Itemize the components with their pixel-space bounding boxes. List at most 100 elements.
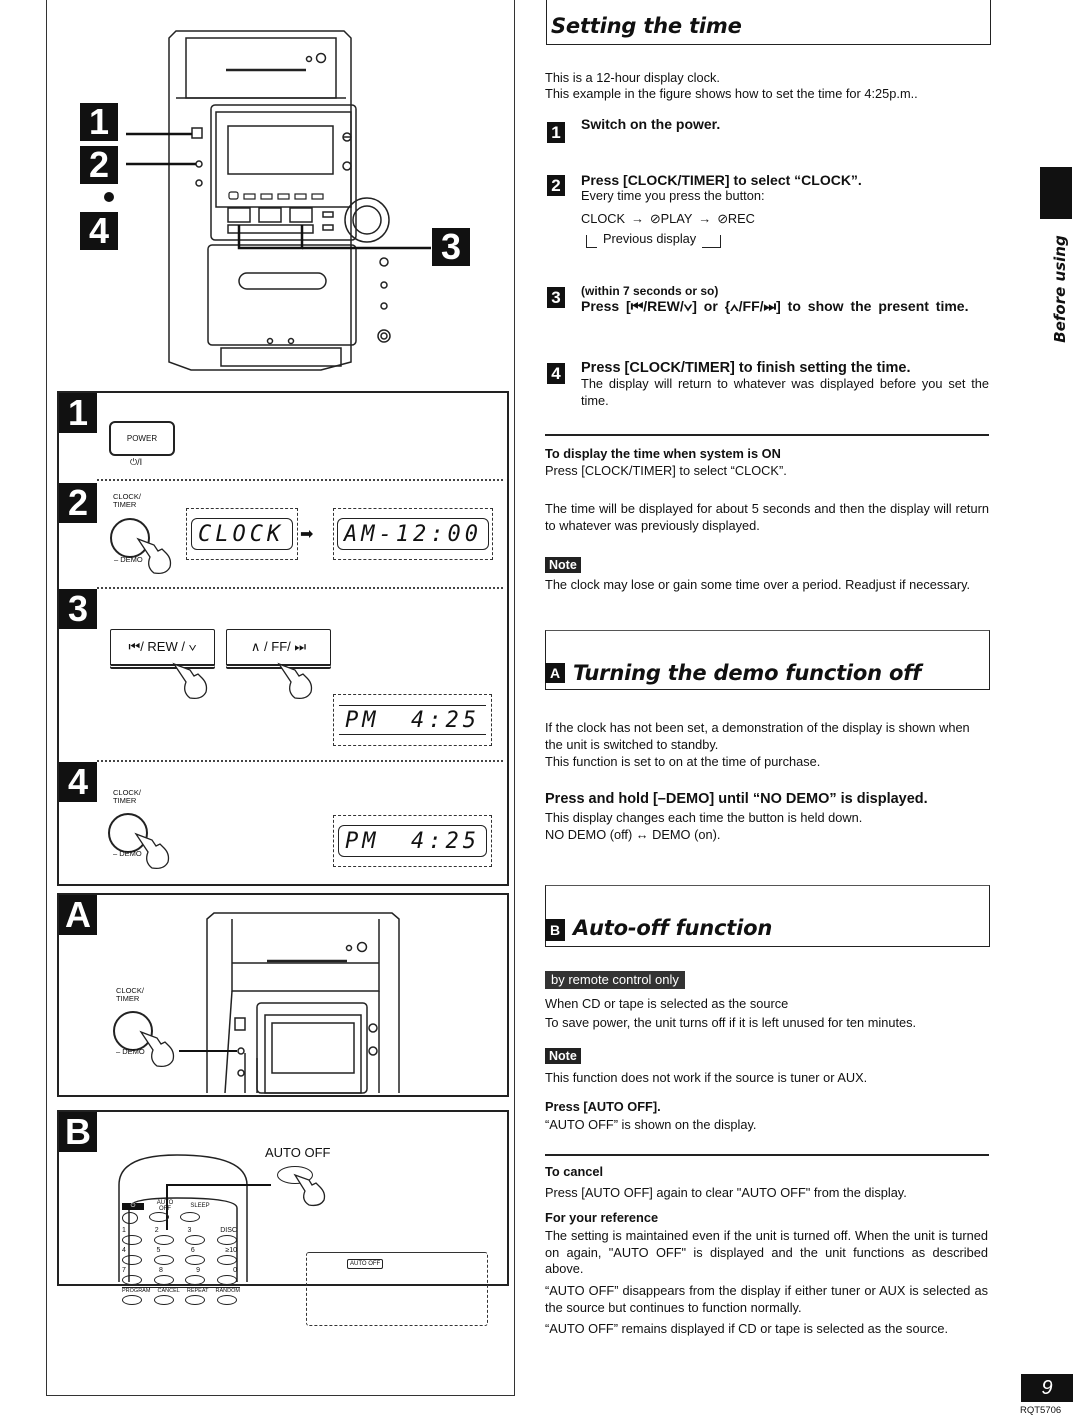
ff-button-label: ∧ / FF/ ⏭ bbox=[250, 639, 307, 654]
remote-key-label: 1 bbox=[122, 1227, 126, 1234]
section-title-auto-off: Auto-off function bbox=[573, 916, 773, 940]
clock-timer-label: CLOCK/ TIMER bbox=[116, 986, 144, 1003]
clock-timer-label: CLOCK/ TIMER bbox=[113, 788, 141, 805]
panel-4-badge: 4 bbox=[59, 761, 97, 802]
power-button[interactable]: POWER bbox=[109, 421, 175, 456]
overview-illustration: 1 2 4 3 bbox=[46, 0, 513, 388]
page-number-box: 9 bbox=[1021, 1374, 1073, 1402]
bullet-dot bbox=[104, 192, 114, 202]
power-symbol: ⏻/I bbox=[130, 457, 143, 467]
remote-key-10plus[interactable] bbox=[216, 1255, 237, 1265]
auto-off-indicator: AUTO OFF bbox=[347, 1259, 384, 1269]
remote-sleep-key[interactable] bbox=[180, 1212, 200, 1222]
lcd-425: 4:25 bbox=[411, 828, 480, 854]
remote-autooff-key-label: AUTO OFF bbox=[156, 1200, 174, 1212]
remote-key-8[interactable] bbox=[153, 1275, 174, 1285]
divider-rule bbox=[545, 1154, 989, 1156]
divider-dotted-1 bbox=[97, 479, 503, 481]
remote-key-label: ≥10 bbox=[225, 1247, 237, 1254]
page-number: 9 bbox=[1041, 1376, 1053, 1399]
note-label: Note bbox=[545, 1048, 581, 1064]
lcd-425: 4:25 bbox=[411, 707, 480, 733]
lcd-clock: CLOCK bbox=[186, 508, 298, 560]
remote-key-0[interactable] bbox=[216, 1275, 237, 1285]
pointing-hand-icon bbox=[139, 1030, 175, 1068]
reference-text-3: “AUTO OFF” remains displayed if CD or ta… bbox=[545, 1321, 949, 1336]
remote-key-2[interactable] bbox=[153, 1235, 174, 1245]
cycle-play: ⊘PLAY bbox=[649, 210, 693, 226]
remote-only-label: by remote control only bbox=[545, 971, 685, 989]
remote-key-repeat[interactable] bbox=[185, 1295, 206, 1305]
step-1: 1 Switch on the power. bbox=[547, 116, 987, 143]
display-on-title: To display the time when system is ON bbox=[545, 446, 781, 461]
divider-dotted-2 bbox=[97, 587, 503, 589]
section-title-box-auto-off: B Auto-off function bbox=[545, 885, 990, 947]
press-auto-off-heading: Press [AUTO OFF]. bbox=[545, 1099, 661, 1114]
demo-text-3: This display changes each time the butto… bbox=[545, 810, 863, 825]
remote-key-7[interactable] bbox=[122, 1275, 142, 1285]
panel-1-badge: 1 bbox=[59, 392, 97, 433]
remote-key-label: REPEAT bbox=[186, 1288, 209, 1294]
remote-key-random[interactable] bbox=[216, 1295, 237, 1305]
lcd-pm-425: PM 4:25 bbox=[333, 815, 492, 867]
section-title-demo-off: Turning the demo function off bbox=[573, 661, 922, 685]
remote-key-label: 0 bbox=[233, 1267, 237, 1274]
remote-key-6[interactable] bbox=[185, 1255, 206, 1265]
press-auto-off-text: “AUTO OFF” is shown on the display. bbox=[545, 1117, 757, 1132]
remote-sleep-key-label: SLEEP bbox=[190, 1203, 210, 1209]
cycle-return: Previous display bbox=[581, 231, 862, 248]
remote-key-4[interactable] bbox=[122, 1255, 142, 1265]
remote-key-label: PROGRAM bbox=[122, 1288, 151, 1294]
pointing-hand-icon bbox=[134, 832, 170, 870]
step-1-heading: Switch on the power. bbox=[581, 116, 721, 132]
lcd-pm: PM bbox=[345, 707, 380, 733]
section-title-box-setting-time: Setting the time bbox=[546, 0, 991, 45]
power-button-label: POWER bbox=[126, 433, 158, 443]
cycle-rec: ⊘REC bbox=[717, 210, 755, 226]
cancel-heading: To cancel bbox=[545, 1164, 604, 1179]
remote-power-key[interactable] bbox=[122, 1212, 138, 1224]
panel-2-badge: 2 bbox=[59, 482, 97, 523]
demo-text-2: This function is set to on at the time o… bbox=[545, 754, 821, 769]
display-duration-text: The time will be displayed for about 5 s… bbox=[545, 501, 989, 533]
side-tab-marker bbox=[1040, 167, 1072, 219]
remote-autooff-key[interactable] bbox=[149, 1212, 169, 1222]
remote-key-label: RANDOM bbox=[215, 1288, 240, 1294]
remote-key-9[interactable] bbox=[185, 1275, 206, 1285]
remote-key-label: CANCEL bbox=[157, 1288, 180, 1294]
remote-key-1[interactable] bbox=[122, 1235, 142, 1245]
step-4-text: The display will return to whatever was … bbox=[581, 376, 989, 408]
lcd-pm: PM bbox=[345, 828, 380, 854]
step-3-heading: Press [⏮/REW/∨] or {∧/FF/⏭] to show the … bbox=[581, 298, 969, 314]
cycle-clock: CLOCK bbox=[581, 210, 626, 226]
remote-key-5[interactable] bbox=[153, 1255, 174, 1265]
reference-text-2: “AUTO OFF” disappears from the display i… bbox=[545, 1283, 988, 1315]
reference-text-1: The setting is maintained even if the un… bbox=[545, 1228, 988, 1276]
remote-key-label: 4 bbox=[122, 1247, 126, 1254]
remote-power-key-label: ⏻ bbox=[122, 1202, 144, 1210]
intro-text-1: This is a 12-hour display clock. bbox=[545, 70, 720, 85]
step-2: 2 Press [CLOCK/TIMER] to select “CLOCK”.… bbox=[547, 172, 987, 248]
section-title-setting-time: Setting the time bbox=[551, 14, 742, 38]
remote-key-label: 8 bbox=[159, 1267, 163, 1274]
step-3-badge: 3 bbox=[547, 287, 565, 308]
arrow-icon: → bbox=[698, 210, 712, 226]
callout-1: 1 bbox=[80, 101, 118, 142]
stereo-unit-drawing bbox=[104, 30, 431, 371]
note-text: The clock may lose or gain some time ove… bbox=[545, 577, 971, 592]
remote-key-cancel[interactable] bbox=[153, 1295, 174, 1305]
arrow-right-icon: ➡ bbox=[300, 526, 314, 543]
remote-key-label: DISC bbox=[220, 1227, 237, 1234]
cycle-previous-display: Previous display bbox=[603, 231, 697, 246]
remote-key-program[interactable] bbox=[122, 1295, 142, 1305]
arrow-icon: → bbox=[631, 210, 644, 226]
remote-key-3[interactable] bbox=[185, 1235, 206, 1245]
reference-heading: For your reference bbox=[545, 1210, 659, 1225]
divider-dotted-3 bbox=[97, 760, 503, 762]
remote-key-label: 6 bbox=[190, 1247, 195, 1254]
divider-rule bbox=[545, 434, 989, 436]
rew-button-label: ⏮/ REW / ∨ bbox=[128, 639, 197, 654]
remote-key-disc[interactable] bbox=[216, 1235, 237, 1245]
display-on-text: Press [CLOCK/TIMER] to select “CLOCK”. bbox=[545, 463, 787, 478]
return-arrow-icon bbox=[702, 234, 722, 248]
